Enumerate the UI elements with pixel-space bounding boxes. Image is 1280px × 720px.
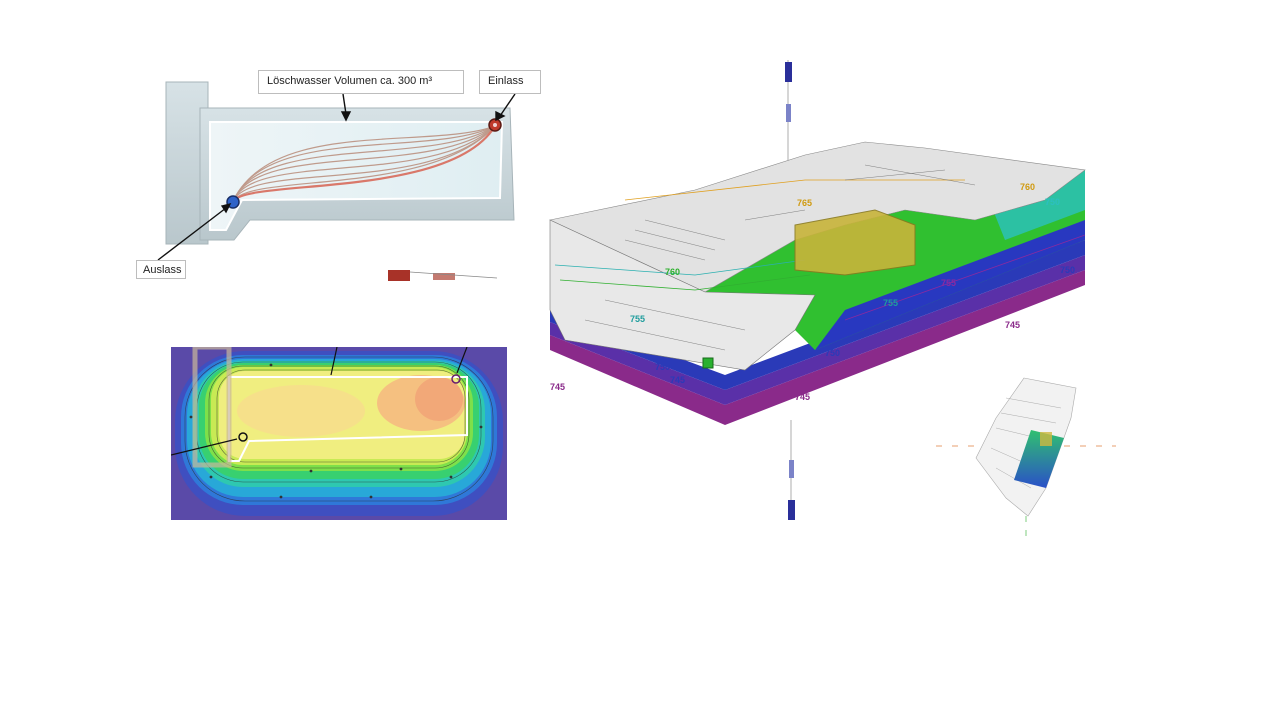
contour-label: 750 [655,362,670,372]
outlet-callout: Auslass [136,260,186,279]
volume-callout: Löschwasser Volumen ca. 300 m³ [258,70,464,94]
axis-marker-bottom [788,500,795,520]
contour-label: 745 [670,375,685,385]
contour-label: 760 [665,267,680,277]
contour-label: 755 [630,314,645,324]
contour-label: 750 [825,348,840,358]
site-plan-inset [936,377,1116,536]
contour-label: 745 [550,382,565,392]
contour-label: 745 [795,392,810,402]
contour-label: 750 [1045,197,1060,207]
contour-label: 765 [797,198,812,208]
velocity-heatmap-plan [171,347,507,520]
tank-cutaway-diagram [157,81,516,261]
contour-label: 755 [883,298,898,308]
contour-label: 760 [1020,182,1035,192]
axis-marker-top [785,62,792,82]
inlet-callout: Einlass [479,70,541,94]
view-indicator-bars [388,270,498,281]
contour-label: 750 [1060,265,1075,275]
contour-label: 755 [941,278,956,288]
shaft-marker [702,357,714,369]
contour-label: 745 [1005,320,1020,330]
